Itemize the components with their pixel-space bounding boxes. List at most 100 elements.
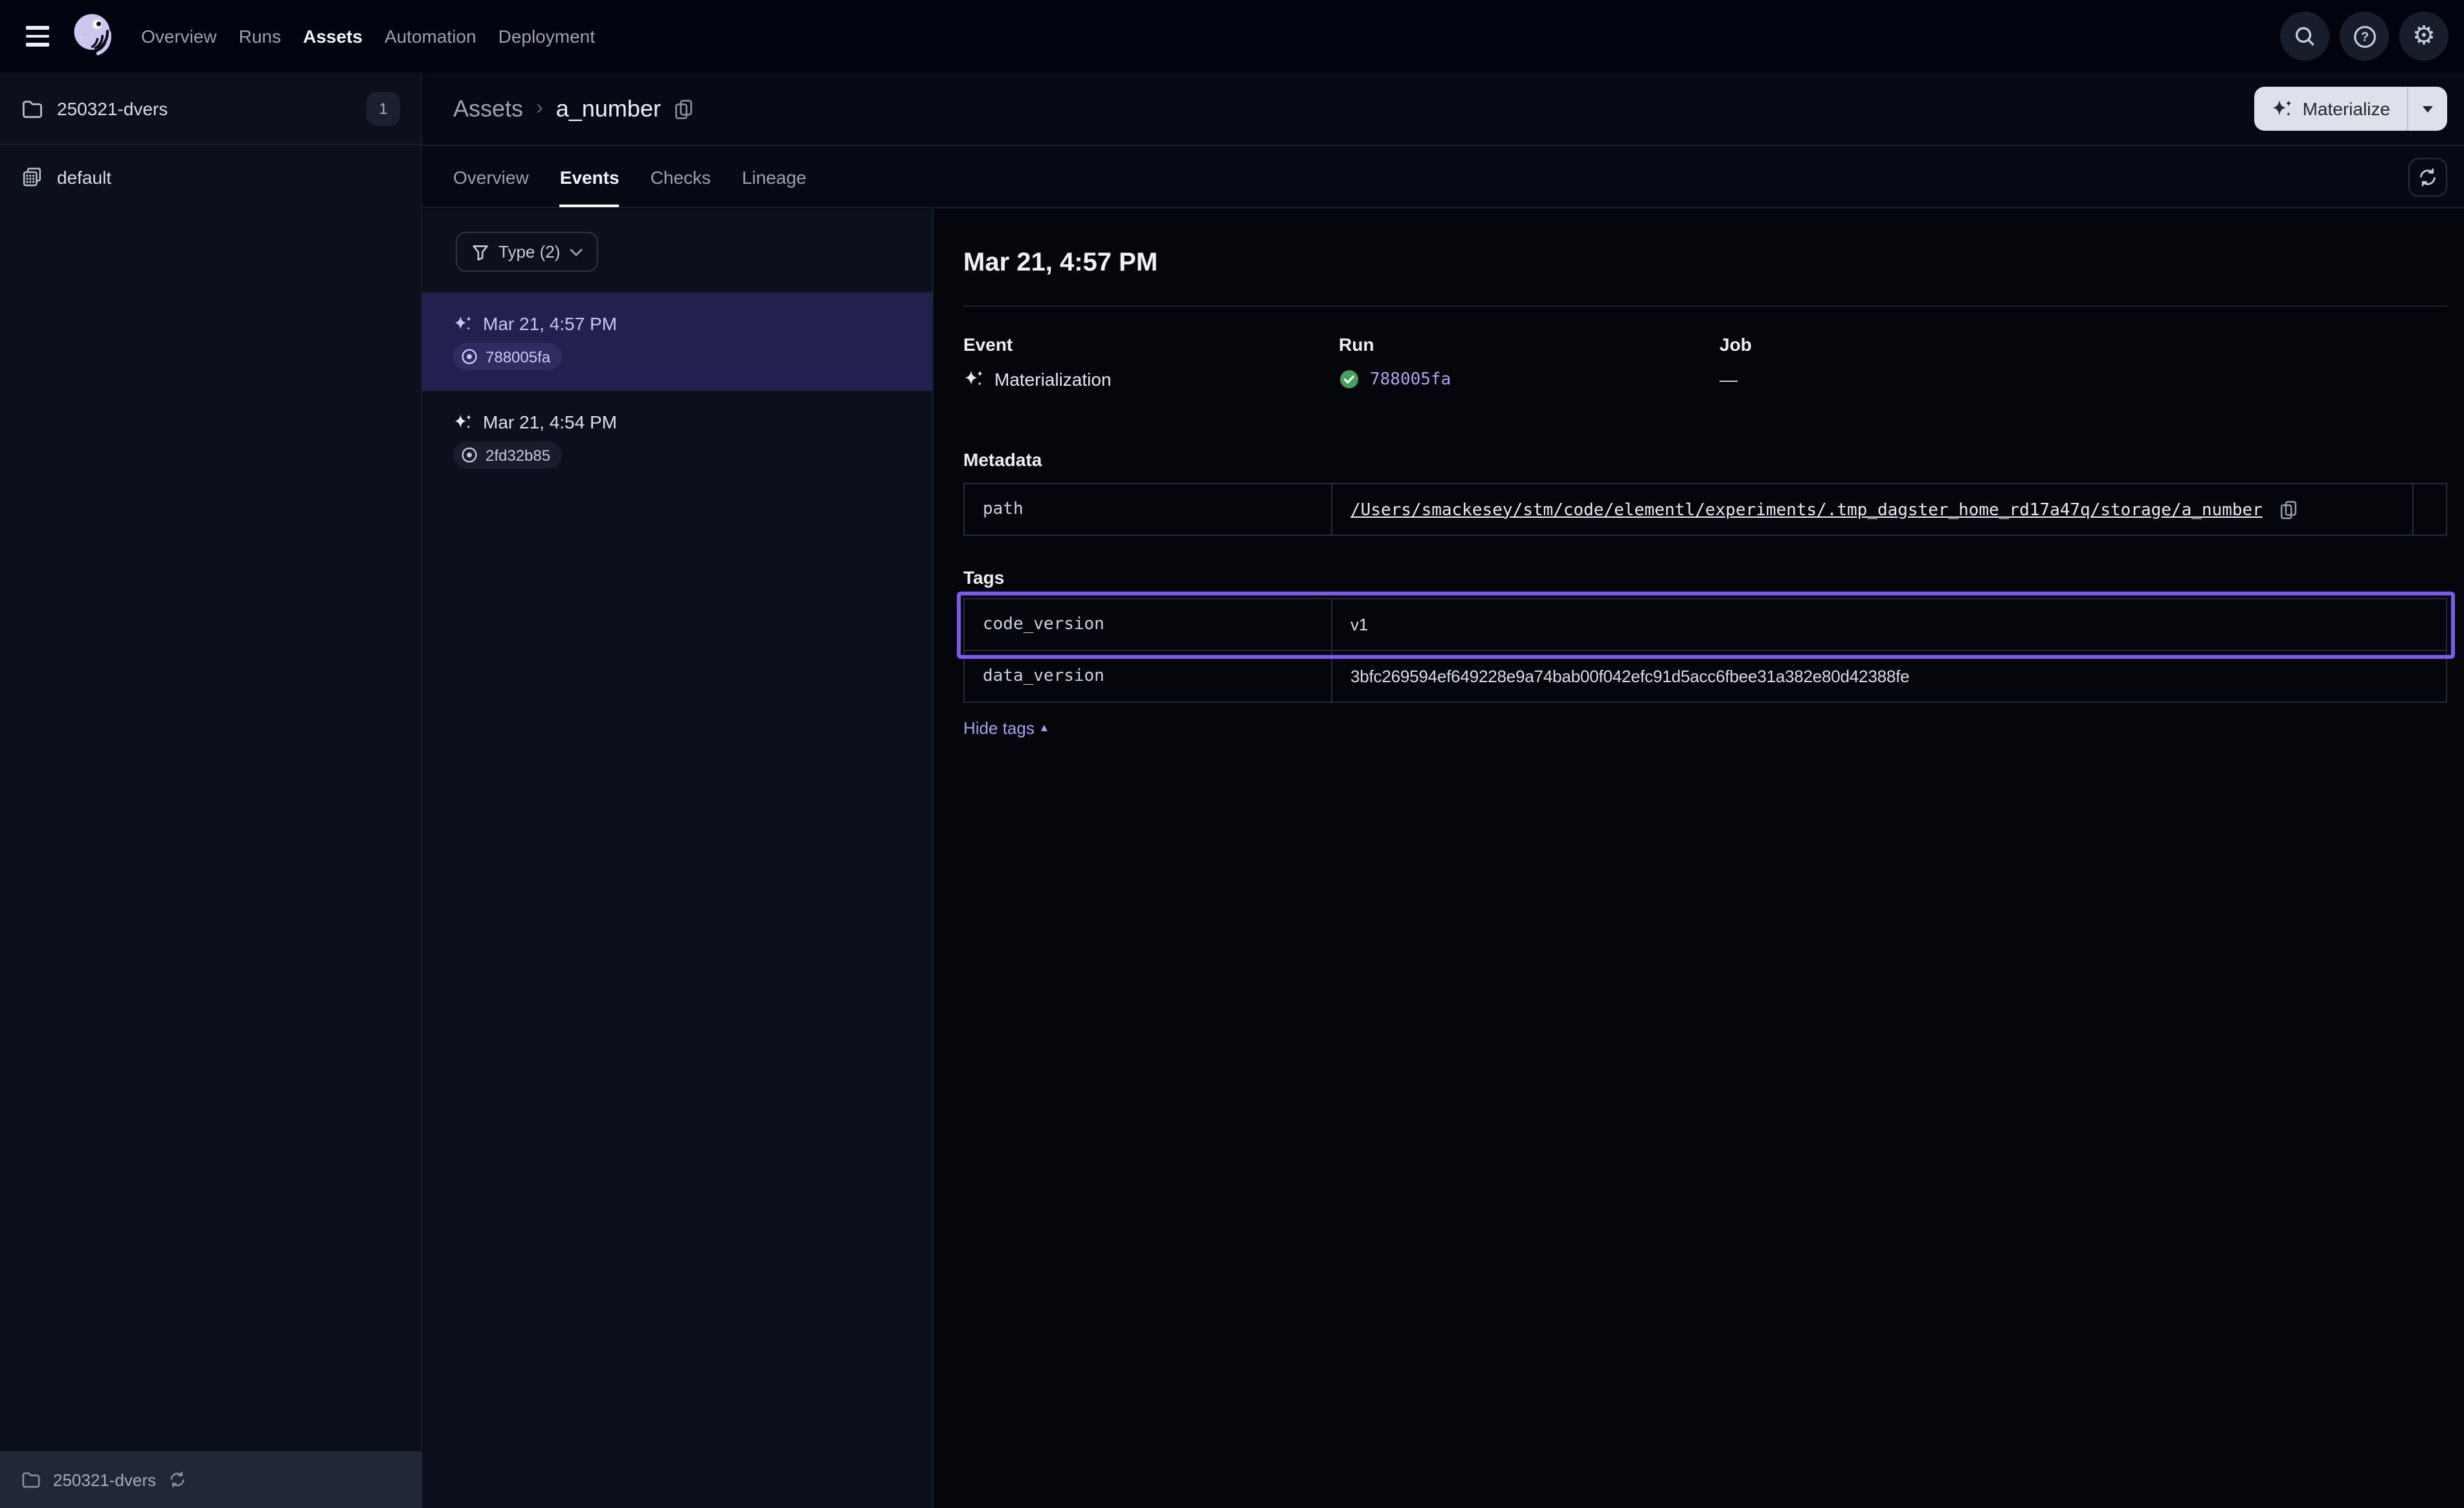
event-timestamp-row: Mar 21, 4:54 PM <box>453 412 932 432</box>
page-title: a_number <box>556 95 661 122</box>
gear-icon: ⚙ <box>2412 23 2436 49</box>
materialize-button[interactable]: Materialize <box>2255 87 2407 131</box>
top-nav: Overview Runs Assets Automation Deployme… <box>0 0 2464 72</box>
reload-icon[interactable] <box>168 1470 186 1489</box>
asset-page-header: Assets › a_number Materialize <box>422 72 2464 146</box>
metadata-key: path <box>964 483 1332 535</box>
tag-key: code_version <box>964 599 1332 650</box>
type-filter-button[interactable]: Type (2) <box>456 232 598 272</box>
tag-key: data_version <box>964 650 1332 702</box>
events-content: Type (2) Mar 21, 4:57 PM <box>422 210 2464 1508</box>
breadcrumb-separator: › <box>536 97 543 120</box>
copy-asset-name-icon[interactable] <box>674 98 695 119</box>
tags-heading: Tags <box>963 567 2447 588</box>
metadata-heading: Metadata <box>963 449 2447 470</box>
job-column: Job — <box>1719 334 2447 390</box>
dagster-logo-icon[interactable] <box>69 8 118 65</box>
materialize-label: Materialize <box>2303 98 2390 119</box>
run-id-label: 788005fa <box>486 348 550 366</box>
tags-table-wrapper: code_version v1 data_version 3bfc269594e… <box>963 598 2447 703</box>
event-timestamp: Mar 21, 4:54 PM <box>483 412 617 432</box>
asset-tabs: Overview Events Checks Lineage <box>422 146 2464 208</box>
refresh-icon <box>2417 167 2438 188</box>
table-row: data_version 3bfc269594ef649228e9a74bab0… <box>964 650 2447 702</box>
run-id-label: 2fd32b85 <box>486 446 550 464</box>
help-icon: ? <box>2351 23 2378 50</box>
event-list-item[interactable]: Mar 21, 4:57 PM 788005fa <box>422 293 932 391</box>
copy-path-icon[interactable] <box>2279 499 2298 518</box>
metadata-table: path /Users/smackesey/stm/code/elementl/… <box>963 483 2447 536</box>
metadata-extra-cell <box>2413 483 2447 535</box>
job-value: — <box>1719 369 1738 390</box>
main-panel: Assets › a_number Materialize <box>422 72 2464 1508</box>
refresh-button[interactable] <box>2408 158 2447 197</box>
search-icon <box>2292 23 2318 49</box>
breadcrumb-assets-link[interactable]: Assets <box>453 95 523 122</box>
run-id-link[interactable]: 788005fa <box>1370 370 1451 389</box>
filter-icon <box>471 243 489 261</box>
event-type-label: Materialization <box>994 369 1112 390</box>
metadata-path-link[interactable]: /Users/smackesey/stm/code/elementl/exper… <box>1350 500 2263 520</box>
svg-text:?: ? <box>2360 30 2368 44</box>
folder-icon <box>21 1469 41 1490</box>
viewport: Overview Runs Assets Automation Deployme… <box>0 0 2464 1508</box>
help-button[interactable]: ? <box>2340 12 2389 61</box>
nav-automation[interactable]: Automation <box>385 26 476 47</box>
caret-up-icon: ▴ <box>1041 721 1047 735</box>
tags-table: code_version v1 data_version 3bfc269594e… <box>963 598 2447 703</box>
run-status-icon <box>461 447 478 463</box>
run-column: Run 788005fa <box>1339 334 1719 390</box>
event-list-panel: Type (2) Mar 21, 4:57 PM <box>422 210 934 1508</box>
hide-tags-link[interactable]: Hide tags ▴ <box>963 718 1047 738</box>
nav-assets[interactable]: Assets <box>303 26 363 47</box>
tab-lineage[interactable]: Lineage <box>742 146 807 207</box>
chevron-down-icon <box>569 248 582 256</box>
event-summary-grid: Event Materialization Run 788005fa <box>963 334 2447 390</box>
settings-button[interactable]: ⚙ <box>2399 12 2448 61</box>
materialize-split-button: Materialize <box>2255 87 2447 131</box>
detail-divider <box>963 305 2447 307</box>
materialization-icon <box>453 412 473 432</box>
asset-count-badge: 1 <box>366 91 400 125</box>
table-row: path /Users/smackesey/stm/code/elementl/… <box>964 483 2447 535</box>
sparkle-icon <box>2272 98 2294 120</box>
caret-down-icon <box>2423 105 2433 112</box>
hamburger-menu-icon[interactable] <box>16 14 60 58</box>
topnav-actions: ? ⚙ <box>2280 12 2448 61</box>
nav-runs[interactable]: Runs <box>239 26 281 47</box>
materialize-dropdown-button[interactable] <box>2408 87 2447 131</box>
tab-overview[interactable]: Overview <box>453 146 529 207</box>
run-id-pill[interactable]: 2fd32b85 <box>453 441 562 469</box>
table-row: code_version v1 <box>964 599 2447 650</box>
run-status-icon <box>461 348 478 365</box>
asset-group-icon <box>21 165 44 188</box>
event-column: Event Materialization <box>963 334 1339 390</box>
sidebar-footer-code-location[interactable]: 250321-dvers <box>0 1451 422 1508</box>
folder-icon <box>21 96 44 120</box>
sidebar-item-code-location[interactable]: 250321-dvers 1 <box>0 72 421 145</box>
run-id-pill[interactable]: 788005fa <box>453 343 562 370</box>
materialization-icon <box>453 314 473 333</box>
tag-value: v1 <box>1332 599 2447 650</box>
sidebar-item-label: default <box>57 166 111 187</box>
event-timestamp-row: Mar 21, 4:57 PM <box>453 313 932 334</box>
primary-nav: Overview Runs Assets Automation Deployme… <box>141 26 595 47</box>
tab-events[interactable]: Events <box>560 146 620 207</box>
footer-code-location-label: 250321-dvers <box>53 1470 156 1489</box>
materialization-icon <box>963 369 984 390</box>
event-detail-panel: Mar 21, 4:57 PM Event Materialization <box>934 210 2464 1508</box>
success-check-icon <box>1339 369 1360 390</box>
hide-tags-label: Hide tags <box>963 718 1035 738</box>
event-column-label: Event <box>963 334 1339 355</box>
nav-deployment[interactable]: Deployment <box>498 26 595 47</box>
sidebar: 250321-dvers 1 default 2 <box>0 72 422 1508</box>
job-column-label: Job <box>1719 334 2447 355</box>
sidebar-item-label: 250321-dvers <box>57 98 168 118</box>
nav-overview[interactable]: Overview <box>141 26 217 47</box>
sidebar-item-default-group[interactable]: default <box>0 145 421 208</box>
event-detail-title: Mar 21, 4:57 PM <box>963 249 2447 278</box>
tab-checks[interactable]: Checks <box>651 146 711 207</box>
event-list-item[interactable]: Mar 21, 4:54 PM 2fd32b85 <box>422 391 932 489</box>
search-button[interactable] <box>2280 12 2329 61</box>
event-timestamp: Mar 21, 4:57 PM <box>483 313 617 334</box>
